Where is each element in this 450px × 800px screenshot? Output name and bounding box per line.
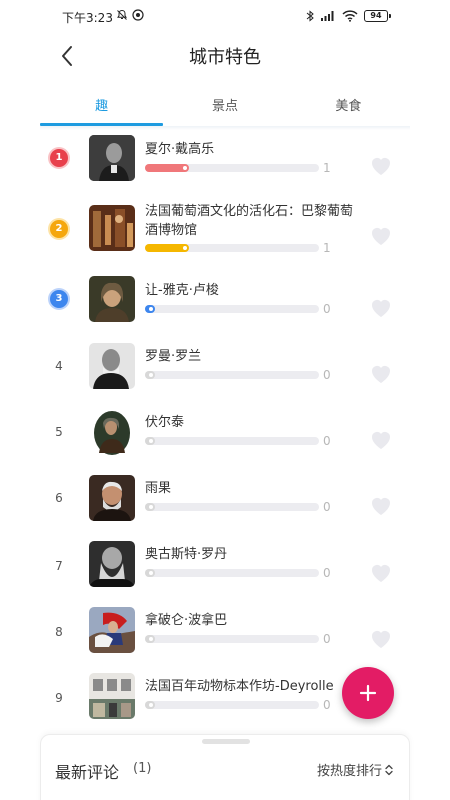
- like-count: 1: [323, 241, 331, 255]
- rank-number: 6: [55, 491, 63, 505]
- popularity-bar-fill: [145, 244, 189, 252]
- heart-icon[interactable]: [369, 494, 393, 516]
- plus-icon: [359, 684, 377, 702]
- popularity-bar: [145, 569, 319, 577]
- list-item[interactable]: 5 伏尔泰 0: [0, 402, 450, 468]
- thumbnail-image: [89, 409, 135, 455]
- item-name: 伏尔泰: [145, 415, 185, 430]
- heart-icon[interactable]: [369, 428, 393, 450]
- popularity-bar-fill: [145, 371, 155, 379]
- rank-number: 9: [55, 691, 63, 705]
- rank-number: 4: [55, 359, 63, 373]
- mute-icon: [117, 9, 127, 20]
- list-item[interactable]: 1 夏尔·戴高乐 1: [0, 130, 450, 196]
- comment-panel: 最新评论 (1) 按热度排行: [40, 734, 410, 800]
- rank-badge: 2: [50, 220, 68, 238]
- popularity-bar: [145, 164, 319, 172]
- like-count: 0: [323, 566, 331, 580]
- rank-number: 7: [55, 559, 63, 573]
- popularity-bar: [145, 701, 319, 709]
- popularity-bar: [145, 503, 319, 511]
- thumbnail-image: [89, 135, 135, 181]
- battery-icon: 94: [364, 10, 391, 22]
- comment-count: (1): [133, 761, 152, 776]
- popularity-bar-fill: [145, 437, 155, 445]
- item-name: 雨果: [145, 481, 172, 496]
- item-name: 夏尔·戴高乐: [145, 142, 215, 157]
- item-name: 罗曼·罗兰: [145, 349, 202, 364]
- rank-badge: 1: [50, 149, 68, 167]
- header: 城市特色: [0, 34, 450, 78]
- popularity-bar: [145, 437, 319, 445]
- rank-number: 5: [55, 425, 63, 439]
- tab-fun[interactable]: 趣: [40, 88, 164, 126]
- page-title: 城市特色: [189, 47, 261, 67]
- thumbnail-image: [89, 205, 135, 251]
- rank-number: 8: [55, 625, 63, 639]
- thumbnail-image: [89, 673, 135, 719]
- item-name: 法国百年动物标本作坊-Deyrolle: [145, 679, 334, 694]
- like-count: 1: [323, 161, 331, 175]
- list-item[interactable]: 8 拿破仑·波拿巴 0: [0, 600, 450, 666]
- item-name: 拿破仑·波拿巴: [145, 613, 228, 628]
- popularity-bar: [145, 635, 319, 643]
- thumbnail-image: [89, 276, 135, 322]
- status-icons: 94: [306, 8, 391, 24]
- like-count: 0: [323, 302, 331, 316]
- popularity-bar-fill: [145, 569, 155, 577]
- add-button[interactable]: [342, 667, 394, 719]
- popularity-bar: [145, 244, 319, 252]
- rank-badge: 3: [50, 290, 68, 308]
- heart-icon[interactable]: [369, 296, 393, 318]
- item-name: 奥古斯特·罗丹: [145, 547, 228, 562]
- popularity-bar-fill: [145, 305, 155, 313]
- like-count: 0: [323, 368, 331, 382]
- tab-food[interactable]: 美食: [287, 88, 410, 126]
- thumbnail-image: [89, 541, 135, 587]
- sort-label: 按热度排行: [316, 764, 382, 779]
- popularity-bar: [145, 305, 319, 313]
- sort-button[interactable]: 按热度排行: [317, 760, 393, 779]
- thumbnail-image: [89, 343, 135, 389]
- heart-icon[interactable]: [369, 561, 393, 583]
- item-name: 法国葡萄酒文化的活化石：巴黎葡萄酒博物馆: [145, 204, 354, 238]
- comment-title: 最新评论: [55, 763, 120, 782]
- item-name: 让-雅克·卢梭: [145, 283, 219, 298]
- like-count: 0: [323, 434, 331, 448]
- heart-icon[interactable]: [369, 224, 393, 246]
- popularity-bar-fill: [145, 635, 155, 643]
- popularity-bar: [145, 371, 319, 379]
- status-time: 下午3:23: [62, 11, 113, 25]
- list-item[interactable]: 7 奥古斯特·罗丹 0: [0, 534, 450, 600]
- tab-sights[interactable]: 景点: [163, 88, 286, 126]
- like-count: 0: [323, 500, 331, 514]
- signal-icon: [321, 11, 334, 21]
- heart-icon[interactable]: [369, 362, 393, 384]
- thumbnail-image: [89, 607, 135, 653]
- popularity-bar-fill: [145, 164, 189, 172]
- like-count: 0: [323, 632, 331, 646]
- category-tabs: 趣 景点 美食: [40, 88, 410, 126]
- heart-icon[interactable]: [369, 627, 393, 649]
- list-item[interactable]: 6 雨果 0: [0, 468, 450, 534]
- sort-updown-icon: [385, 764, 393, 775]
- popularity-bar-fill: [145, 503, 155, 511]
- thumbnail-image: [89, 475, 135, 521]
- status-bar: 下午3:23 94: [0, 0, 450, 34]
- list-item[interactable]: 4 罗曼·罗兰 0: [0, 336, 450, 402]
- app-notification-icon: [132, 9, 144, 21]
- wifi-icon: [342, 10, 358, 22]
- drag-handle[interactable]: [202, 739, 250, 744]
- heart-icon[interactable]: [369, 154, 393, 176]
- like-count: 0: [323, 698, 331, 712]
- list-item[interactable]: 3 让-雅克·卢梭 0: [0, 270, 450, 336]
- list-item[interactable]: 2 法国葡萄酒文化的活化石：巴黎葡萄酒博物馆 1: [0, 196, 450, 262]
- bluetooth-icon: [306, 10, 314, 22]
- popularity-bar-fill: [145, 701, 155, 709]
